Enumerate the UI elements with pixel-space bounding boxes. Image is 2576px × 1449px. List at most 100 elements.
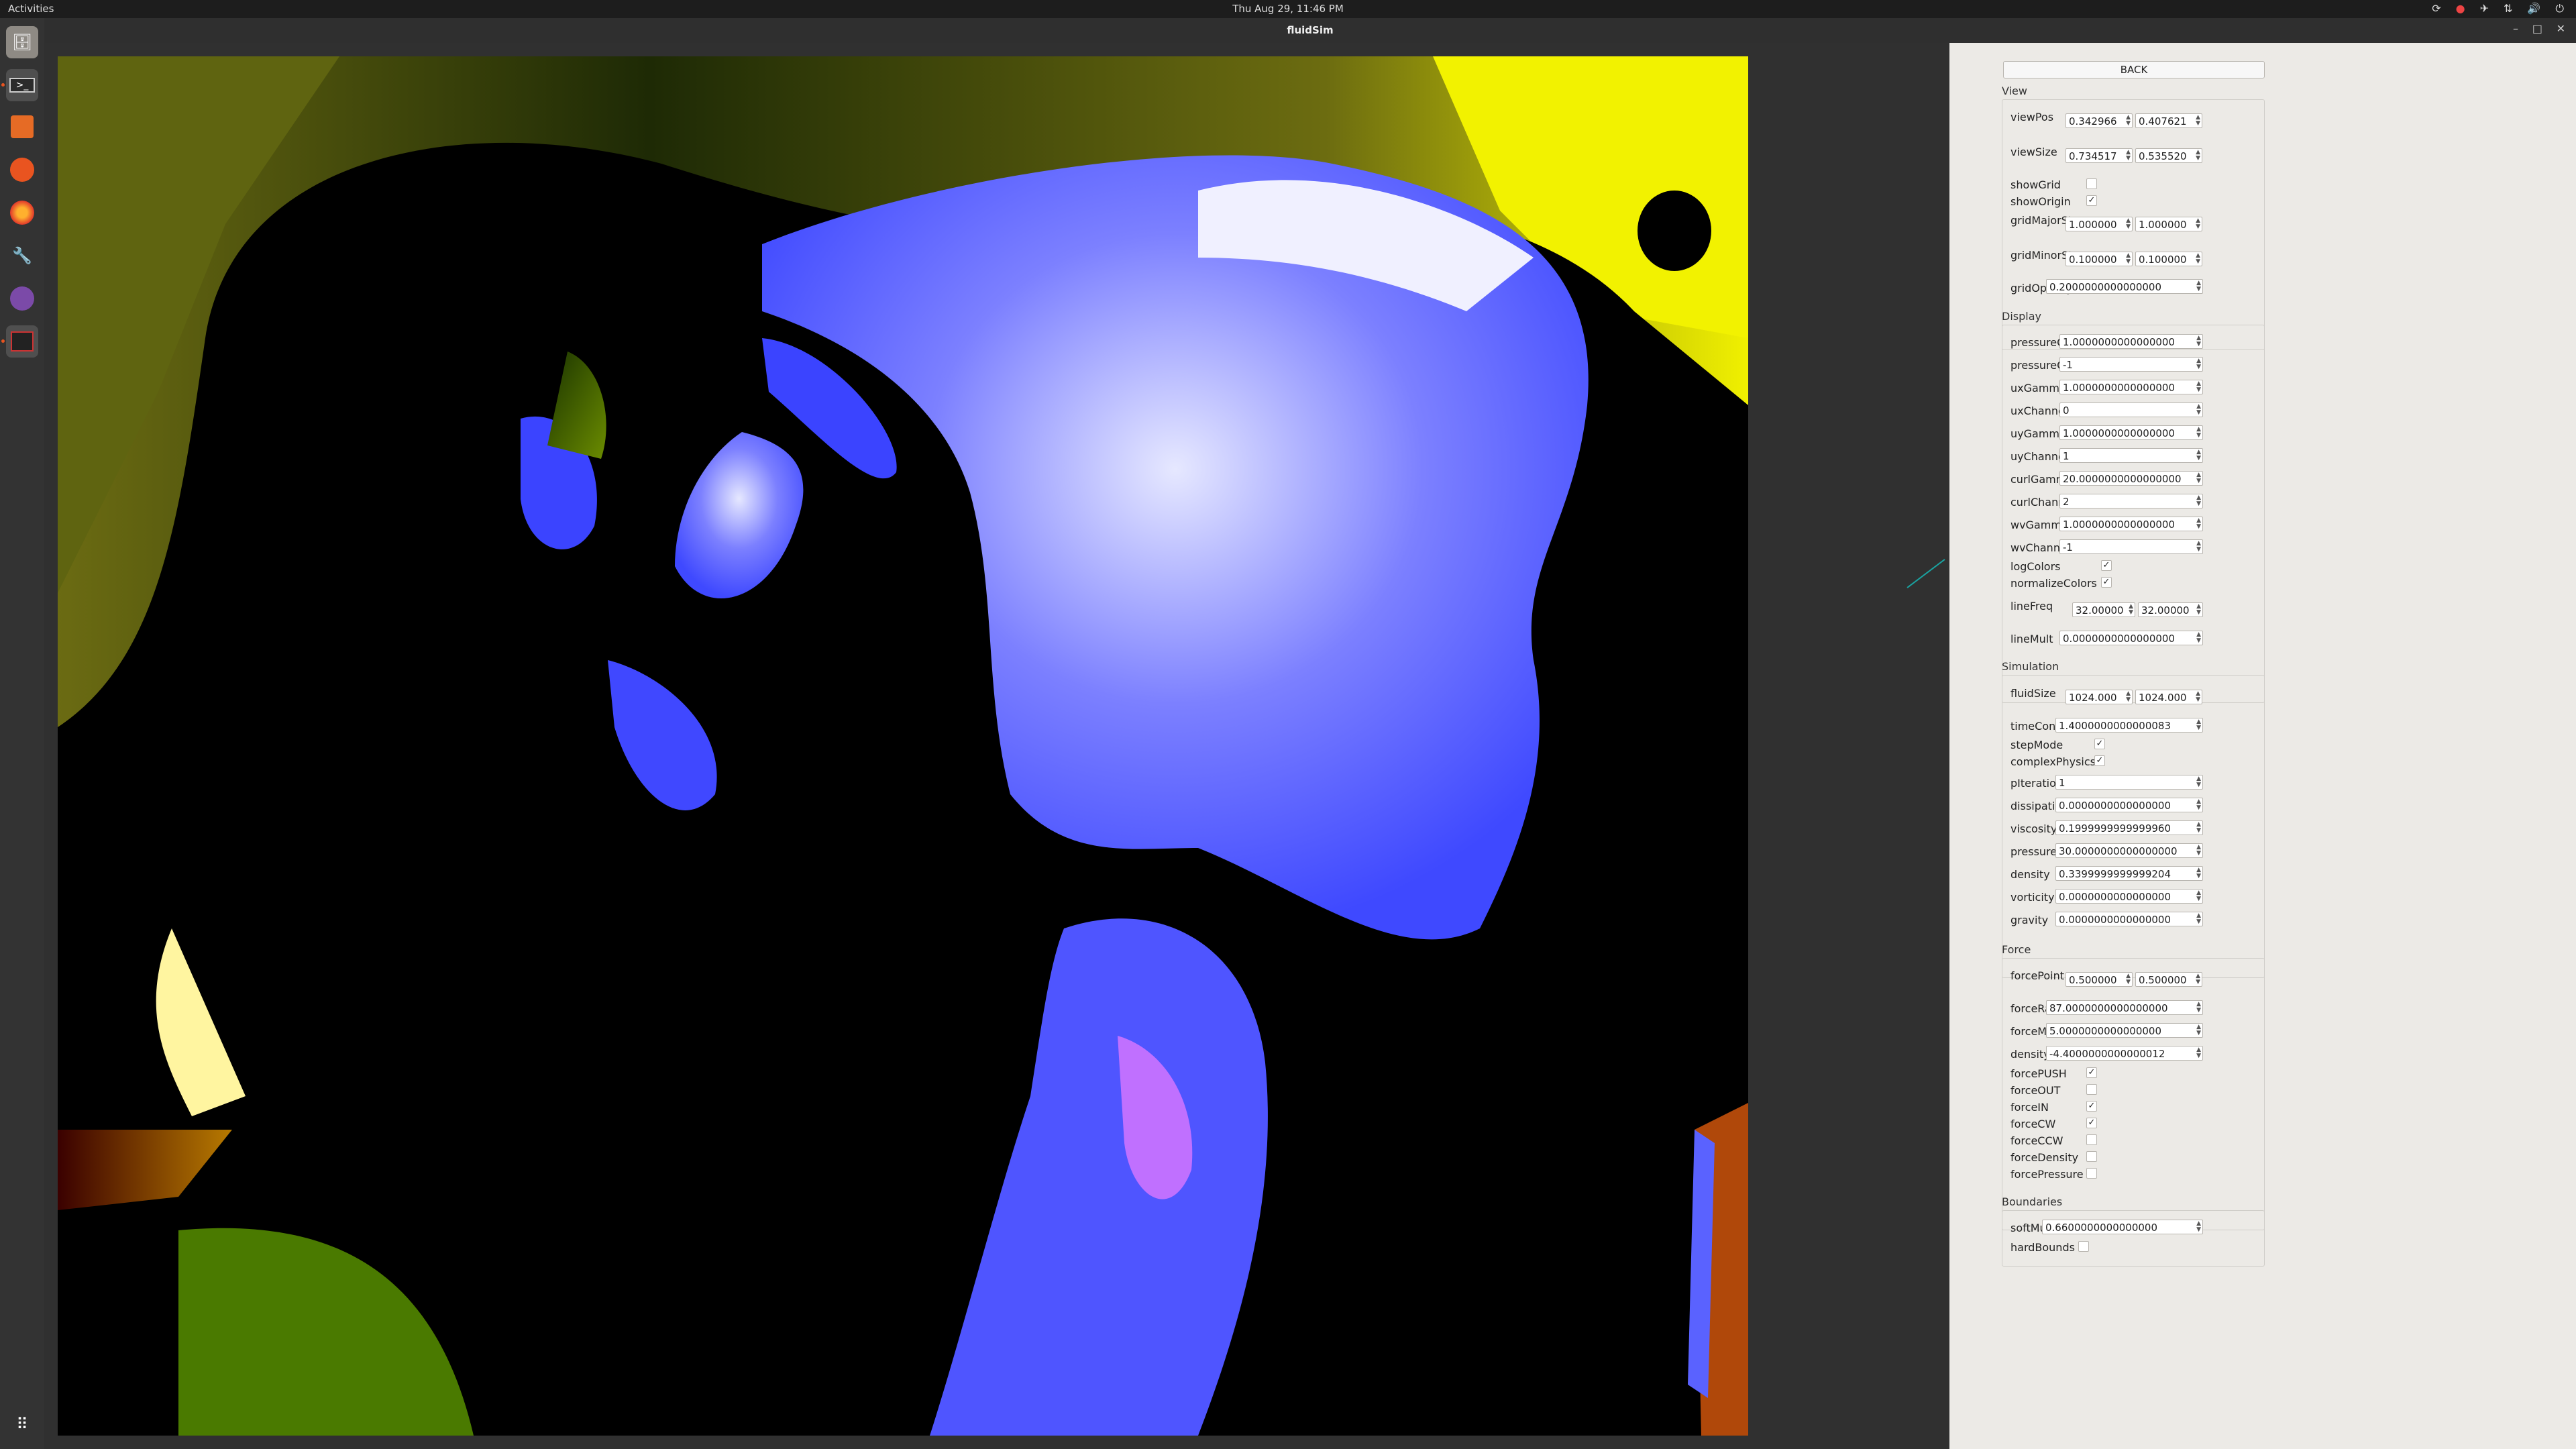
gridminorstep-y-input[interactable]: 0.100000 ▲ ▼	[2135, 252, 2202, 266]
uxgamma-input[interactable]: 1.0000000000000000 ▲ ▼	[2059, 380, 2203, 394]
window-titlebar[interactable]: fluidSim – □ ✕	[44, 18, 2576, 43]
logcolors-label: logColors	[2010, 560, 2061, 573]
software-center-icon[interactable]	[6, 154, 38, 186]
forcepush-checkbox[interactable]: ✓	[2086, 1067, 2097, 1078]
timeconstant-input[interactable]: 1.4000000000000083 ▲ ▼	[2055, 718, 2203, 733]
pressurechannel-input[interactable]: -1 ▲ ▼	[2059, 357, 2203, 372]
tools-icon[interactable]: 🔧	[6, 239, 38, 272]
gridmajorstep-y-input[interactable]: 1.000000 ▲ ▼	[2135, 217, 2202, 231]
linemult-label: lineMult	[2010, 633, 2053, 645]
section-simulation: Simulation	[2002, 660, 2059, 673]
gridminorstep-x-input[interactable]: 0.100000 ▲ ▼	[2065, 252, 2133, 266]
fluidsize-y-input[interactable]: 1024.000 ▲ ▼	[2135, 690, 2202, 704]
simulation-canvas[interactable]	[58, 56, 1748, 1436]
forceccw-checkbox[interactable]	[2086, 1134, 2097, 1145]
softmult-input[interactable]: 0.6600000000000000 ▲ ▼	[2042, 1220, 2203, 1234]
uxgamma-label: uxGamma	[2010, 382, 2066, 394]
power-icon[interactable]: ⏻	[2555, 2, 2564, 15]
calculator-icon[interactable]	[6, 111, 38, 143]
wvgamma-input[interactable]: 1.0000000000000000 ▲ ▼	[2059, 517, 2203, 531]
no-network-icon[interactable]: ●	[2456, 2, 2465, 15]
curlchannel-input[interactable]: 2 ▲ ▼	[2059, 494, 2203, 508]
viscosity-input[interactable]: 0.1999999999999960 ▲ ▼	[2055, 820, 2203, 835]
gravity-label: gravity	[2010, 914, 2049, 926]
viewpos-label: viewPos	[2010, 111, 2054, 123]
showgrid-checkbox[interactable]	[2086, 178, 2097, 189]
forceccw-label: forceCCW	[2010, 1134, 2063, 1147]
pressure-label: pressure	[2010, 845, 2057, 858]
forcein-checkbox[interactable]: ✓	[2086, 1101, 2097, 1112]
section-display: Display	[2002, 310, 2041, 323]
uygamma-input[interactable]: 1.0000000000000000 ▲ ▼	[2059, 425, 2203, 440]
forcepressure-checkbox[interactable]	[2086, 1168, 2097, 1179]
stepmode-label: stepMode	[2010, 739, 2063, 751]
showorigin-checkbox[interactable]: ✓	[2086, 195, 2097, 206]
uychannel-input[interactable]: 1 ▲ ▼	[2059, 448, 2203, 463]
system-tray[interactable]: ⟳ ● ✈ ⇅ 🔊 ⏻	[2432, 2, 2564, 15]
forcedensity-checkbox[interactable]	[2086, 1151, 2097, 1162]
vorticity-input[interactable]: 0.0000000000000000 ▲ ▼	[2055, 889, 2203, 904]
back-button[interactable]: BACK	[2003, 61, 2265, 78]
origin-marker	[1907, 559, 1945, 588]
gridopacity-input[interactable]: 0.2000000000000000 ▲ ▼	[2046, 279, 2203, 294]
accessibility-icon[interactable]: ✈	[2480, 2, 2489, 15]
logcolors-checkbox[interactable]: ✓	[2101, 560, 2112, 571]
linemult-input[interactable]: 0.0000000000000000 ▲ ▼	[2059, 631, 2203, 645]
pressure-input[interactable]: 30.0000000000000000 ▲ ▼	[2055, 843, 2203, 858]
dissipation-input[interactable]: 0.0000000000000000 ▲ ▼	[2055, 798, 2203, 812]
forcecw-checkbox[interactable]: ✓	[2086, 1118, 2097, 1128]
linefreq-y-input[interactable]: 32.00000 ▲ ▼	[2138, 602, 2203, 617]
forceradius-input[interactable]: 87.0000000000000000 ▲ ▼	[2046, 1000, 2203, 1015]
terminal-icon[interactable]: >_	[6, 69, 38, 101]
emacs-icon[interactable]	[6, 282, 38, 315]
update-icon[interactable]: ⟳	[2432, 2, 2440, 15]
minimize-button[interactable]: –	[2513, 22, 2518, 35]
forcepush-label: forcePUSH	[2010, 1067, 2067, 1080]
uxchannel-input[interactable]: 0 ▲ ▼	[2059, 402, 2203, 417]
viewsize-x-input[interactable]: 0.734517 ▲ ▼	[2065, 148, 2133, 163]
maximize-button[interactable]: □	[2532, 22, 2542, 35]
piterations-input[interactable]: 1 ▲ ▼	[2055, 775, 2203, 790]
stepmode-checkbox[interactable]: ✓	[2094, 739, 2105, 749]
viewpos-y-input[interactable]: 0.407621 ▲ ▼	[2135, 113, 2202, 128]
forcein-label: forceIN	[2010, 1101, 2049, 1114]
fluidsize-label: fluidSize	[2010, 687, 2056, 700]
gridmajorstep-x-input[interactable]: 1.000000 ▲ ▼	[2065, 217, 2133, 231]
network-icon[interactable]: ⇅	[2504, 2, 2512, 15]
boundaries-group	[2002, 1210, 2265, 1267]
simulation-viewport[interactable]	[44, 43, 1949, 1449]
fluidsize-x-input[interactable]: 1024.000 ▲ ▼	[2065, 690, 2133, 704]
forcedensity-label: forceDensity	[2010, 1151, 2079, 1164]
clock[interactable]: Thu Aug 29, 11:46 PM	[0, 3, 2576, 15]
files-icon[interactable]: 🗄	[6, 26, 38, 58]
vorticity-label: vorticity	[2010, 891, 2055, 904]
volume-icon[interactable]: 🔊	[2527, 2, 2540, 15]
linefreq-x-input[interactable]: 32.00000 ▲ ▼	[2072, 602, 2135, 617]
gravity-input[interactable]: 0.0000000000000000 ▲ ▼	[2055, 912, 2203, 926]
forcecw-label: forceCW	[2010, 1118, 2056, 1130]
forcepoint-label: forcePoint	[2010, 969, 2065, 982]
forcemag-input[interactable]: 5.0000000000000000 ▲ ▼	[2046, 1023, 2203, 1038]
pressuregamma-input[interactable]: 1.0000000000000000 ▲ ▼	[2059, 334, 2203, 349]
wvchannel-input[interactable]: -1 ▲ ▼	[2059, 539, 2203, 554]
screenshot-app-icon[interactable]	[6, 325, 38, 358]
viewsize-y-input[interactable]: 0.535520 ▲ ▼	[2135, 148, 2202, 163]
forcepoint-x-input[interactable]: 0.500000 ▲ ▼	[2065, 972, 2133, 987]
running-indicator	[1, 339, 5, 343]
viewsize-label: viewSize	[2010, 146, 2057, 158]
close-button[interactable]: ✕	[2557, 22, 2565, 35]
linefreq-label: lineFreq	[2010, 600, 2053, 612]
normalizecolors-checkbox[interactable]: ✓	[2101, 577, 2112, 588]
densitymag-input[interactable]: -4.4000000000000012 ▲ ▼	[2046, 1046, 2203, 1061]
section-boundaries: Boundaries	[2002, 1195, 2063, 1208]
forcepoint-y-input[interactable]: 0.500000 ▲ ▼	[2135, 972, 2202, 987]
density-input[interactable]: 0.3399999999999204 ▲ ▼	[2055, 866, 2203, 881]
show-apps-icon[interactable]: ⠿	[6, 1408, 38, 1440]
viewpos-x-input[interactable]: 0.342966 ▲ ▼	[2065, 113, 2133, 128]
curlgamma-input[interactable]: 20.0000000000000000 ▲ ▼	[2059, 471, 2203, 486]
hardbounds-checkbox[interactable]	[2078, 1241, 2089, 1252]
firefox-icon[interactable]	[6, 197, 38, 229]
top-bar: Activities Thu Aug 29, 11:46 PM ⟳ ● ✈ ⇅ …	[0, 0, 2576, 18]
forceout-checkbox[interactable]	[2086, 1084, 2097, 1095]
complexphysics-checkbox[interactable]: ✓	[2094, 755, 2105, 766]
